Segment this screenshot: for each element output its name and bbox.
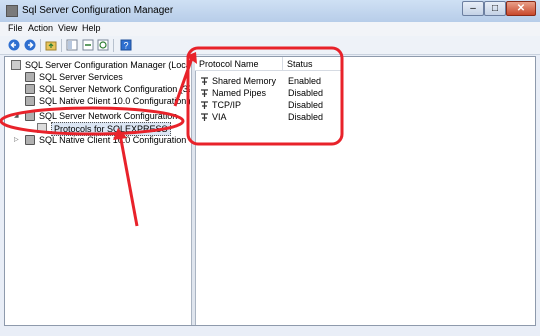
app-icon [6, 5, 18, 17]
tree-item-label: SQL Native Client 10.0 Configuration (32 [39, 96, 190, 106]
toolbar: ? [0, 36, 540, 55]
svg-text:?: ? [123, 41, 128, 51]
protocol-icon [201, 101, 208, 109]
status-bar [0, 328, 540, 336]
window-title: Sql Server Configuration Manager [22, 5, 174, 16]
column-header-status[interactable]: Status [283, 57, 343, 71]
tree-pane: SQL Server Configuration Manager (Local)… [5, 57, 190, 325]
back-icon[interactable] [8, 39, 20, 51]
protocol-name: TCP/IP [212, 100, 242, 110]
column-header-protocol-name[interactable]: Protocol Name [195, 57, 283, 71]
protocol-status: Disabled [288, 112, 324, 122]
title-bar: Sql Server Configuration Manager – □ ✕ [0, 0, 540, 22]
menu-bar: File Action View Help [0, 22, 540, 36]
client-config-icon [25, 96, 35, 106]
table-row[interactable]: Shared Memory Enabled [195, 75, 535, 87]
table-row[interactable]: Named Pipes Disabled [195, 87, 535, 99]
table-row[interactable]: TCP/IP Disabled [195, 99, 535, 111]
tree-item-label: SQL Server Network Configuration (32bit) [39, 84, 190, 94]
protocol-icon [201, 113, 208, 121]
menu-view[interactable]: View [58, 23, 77, 33]
protocols-icon [37, 123, 47, 133]
tree-item-label: SQL Server Network Configuration [39, 111, 178, 121]
protocol-name: VIA [212, 112, 227, 122]
protocol-list: Protocol Name Status Shared Memory Enabl… [195, 57, 535, 325]
toolbar-separator [61, 39, 62, 52]
main-content: SQL Server Configuration Manager (Local)… [4, 56, 536, 326]
protocol-status: Enabled [288, 76, 322, 86]
protocol-icon [201, 89, 208, 97]
server-manager-icon [11, 60, 21, 70]
collapse-icon[interactable]: ◢ [14, 113, 20, 119]
protocol-status: Disabled [288, 100, 324, 110]
toolbar-separator [40, 39, 41, 52]
maximize-button[interactable]: □ [484, 1, 506, 16]
show-hide-icon[interactable] [66, 39, 78, 51]
client-config-icon [25, 135, 35, 145]
protocol-name: Shared Memory [212, 76, 277, 86]
network-config-icon [25, 84, 35, 94]
forward-icon[interactable] [24, 39, 36, 51]
menu-help[interactable]: Help [82, 23, 101, 33]
protocol-icon [201, 77, 208, 85]
protocol-status: Disabled [288, 88, 324, 98]
tree-item-label: SQL Server Services [39, 72, 123, 82]
minimize-button[interactable]: – [462, 1, 484, 16]
toolbar-separator [113, 39, 114, 52]
services-icon [25, 72, 35, 82]
expand-icon[interactable]: ▷ [14, 137, 20, 143]
export-icon[interactable] [82, 39, 94, 51]
up-folder-icon[interactable] [45, 39, 57, 51]
menu-action[interactable]: Action [28, 23, 53, 33]
protocol-name: Named Pipes [212, 88, 267, 98]
close-button[interactable]: ✕ [506, 1, 536, 16]
help-icon[interactable]: ? [120, 39, 132, 51]
menu-file[interactable]: File [8, 23, 23, 33]
table-row[interactable]: VIA Disabled [195, 111, 535, 123]
network-config-icon [25, 111, 35, 121]
app-window: Sql Server Configuration Manager – □ ✕ F… [0, 0, 540, 336]
refresh-icon[interactable] [97, 39, 109, 51]
tree-item-label: SQL Native Client 10.0 Configuration [39, 135, 187, 145]
tree-item-label: SQL Server Configuration Manager (Local) [25, 60, 190, 70]
